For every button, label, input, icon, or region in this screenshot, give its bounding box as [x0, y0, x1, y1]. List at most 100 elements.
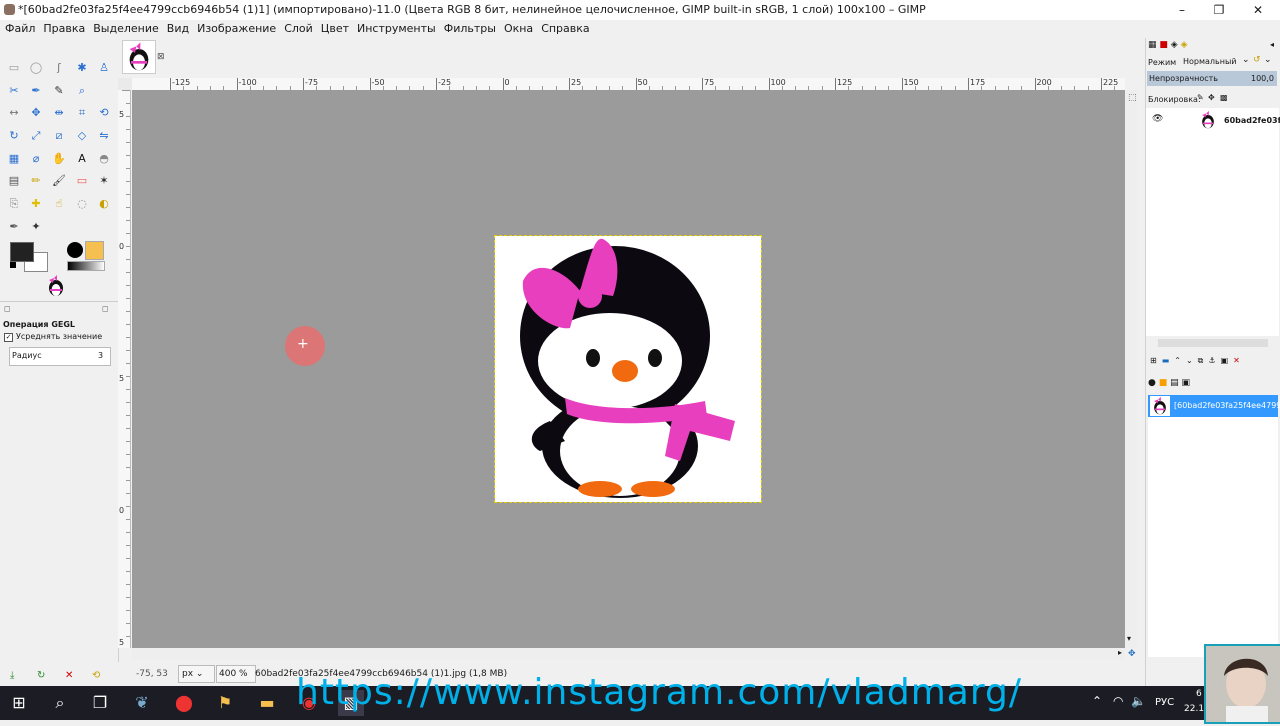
gradient-preview[interactable]: [67, 261, 105, 271]
measure-tool-icon[interactable]: ↔: [6, 105, 22, 121]
tool-options-menu-icon[interactable]: ◻: [4, 304, 11, 313]
brushes-tab-icon[interactable]: ●: [1148, 378, 1156, 388]
ink-tool-icon[interactable]: ✒: [6, 219, 22, 235]
layer-row[interactable]: 👁 60bad2fe03fa: [1146, 108, 1280, 132]
gradients-tab-icon[interactable]: ▤: [1170, 378, 1179, 388]
image-tab[interactable]: [122, 40, 156, 74]
new-group-icon[interactable]: ▬: [1162, 356, 1175, 365]
brush-preview[interactable]: [67, 242, 83, 258]
volume-icon[interactable]: 🔈: [1131, 694, 1146, 708]
perspective-tool-icon[interactable]: ◇: [74, 128, 90, 144]
menu-filters[interactable]: Фильтры: [439, 20, 499, 38]
opacity-slider[interactable]: Непрозрачность 100,0: [1147, 71, 1277, 86]
paintbrush-tool-icon[interactable]: 🖌: [51, 173, 67, 189]
app-tray-icon[interactable]: ⚑: [212, 690, 238, 716]
zoom-fit-icon[interactable]: ⬚: [1128, 93, 1137, 103]
handle-transform-tool-icon[interactable]: ✋: [51, 151, 67, 167]
crop-tool-icon[interactable]: ⌗: [74, 105, 90, 121]
close-button[interactable]: ✕: [1238, 0, 1278, 20]
app-leaf-icon[interactable]: ❦: [129, 690, 155, 716]
mask-layer-icon[interactable]: ▣: [1221, 356, 1234, 365]
images-list-area[interactable]: [1148, 417, 1278, 657]
raise-layer-icon[interactable]: ⌃: [1174, 356, 1186, 365]
smudge-tool-icon[interactable]: ☝: [51, 196, 67, 212]
rect-select-tool-icon[interactable]: ▭: [6, 60, 22, 76]
paths-tool-icon[interactable]: ✒: [28, 83, 44, 99]
record-icon[interactable]: ⬤: [171, 690, 197, 716]
lock-pixels-icon[interactable]: ✎: [1197, 93, 1204, 102]
flip-tool-icon[interactable]: ⇋: [96, 128, 112, 144]
average-checkbox[interactable]: ✓: [4, 333, 13, 342]
windows-start-icon[interactable]: ⊞: [6, 690, 32, 716]
reset-options-icon[interactable]: ⟲: [92, 670, 100, 681]
close-tab-icon[interactable]: ⊠: [157, 52, 165, 62]
clock-date[interactable]: 22.1: [1184, 704, 1204, 714]
wifi-icon[interactable]: ◠: [1113, 694, 1123, 708]
patterns-tab-icon[interactable]: ■: [1159, 378, 1168, 388]
warp-transform-tool-icon[interactable]: ⌀: [28, 151, 44, 167]
mode-composite-icon[interactable]: ⌄: [1264, 55, 1272, 65]
color-picker-tool-icon[interactable]: ✎: [51, 83, 67, 99]
menu-view[interactable]: Вид: [162, 20, 192, 38]
unified-transform-tool-icon[interactable]: ⟲: [96, 105, 112, 121]
horizontal-scrollbar[interactable]: ▸: [132, 648, 1125, 660]
layers-tab-icon[interactable]: ▦: [1148, 40, 1157, 50]
anchor-layer-icon[interactable]: ⚓: [1208, 356, 1220, 365]
foreground-select-tool-icon[interactable]: ♙: [96, 60, 112, 76]
clone-tool-icon[interactable]: ⎘: [6, 196, 22, 212]
image-layer[interactable]: [494, 235, 762, 503]
mode-select[interactable]: Нормальный: [1183, 55, 1243, 68]
dock-menu-icon[interactable]: ◂: [1270, 40, 1274, 49]
rotate-tool-icon[interactable]: ↻: [6, 128, 22, 144]
free-select-tool-icon[interactable]: ʃ: [51, 60, 67, 76]
new-layer-icon[interactable]: ⊞: [1150, 356, 1162, 365]
pencil-tool-icon[interactable]: ✏: [28, 173, 44, 189]
maximize-button[interactable]: ❐: [1199, 0, 1239, 20]
paths-tab-icon[interactable]: ◈: [1171, 40, 1178, 50]
undo-tab-icon[interactable]: ◈: [1181, 40, 1188, 50]
mode-dropdown-chevron-icon[interactable]: ⌄: [1242, 55, 1250, 65]
blur-tool-icon[interactable]: ◌: [74, 196, 90, 212]
restore-options-icon[interactable]: ↻: [37, 670, 45, 681]
search-icon[interactable]: ⌕: [47, 690, 73, 716]
minimize-button[interactable]: –: [1162, 0, 1202, 20]
zoom-tool-icon[interactable]: ⌕: [74, 83, 90, 99]
channels-tab-icon[interactable]: ■: [1159, 40, 1168, 50]
scissors-select-tool-icon[interactable]: ✂: [6, 83, 22, 99]
lower-layer-icon[interactable]: ⌄: [1186, 356, 1198, 365]
menu-colors[interactable]: Цвет: [316, 20, 352, 38]
clock-time[interactable]: 6: [1196, 689, 1202, 699]
tray-chevron-icon[interactable]: ⌃: [1092, 694, 1102, 708]
default-colors-icon[interactable]: [10, 262, 16, 268]
mode-reset-icon[interactable]: ↺: [1253, 55, 1261, 65]
dodge-tool-icon[interactable]: ◐: [96, 196, 112, 212]
scale-tool-icon[interactable]: ⤢: [28, 128, 44, 144]
layers-hscroll[interactable]: [1158, 339, 1268, 347]
unit-select[interactable]: px ⌄: [178, 665, 215, 683]
tool-options-config-icon[interactable]: ◻: [102, 304, 109, 313]
language-indicator[interactable]: РУС: [1155, 697, 1174, 708]
delete-layer-icon[interactable]: ✕: [1233, 356, 1245, 365]
menu-layer[interactable]: Слой: [279, 20, 316, 38]
fuzzy-select-tool-icon[interactable]: ✱: [74, 60, 90, 76]
images-list-row[interactable]: [60bad2fe03fa25f4ee4799ccb: [1148, 395, 1280, 417]
pattern-preview[interactable]: [85, 241, 104, 260]
scroll-down-arrow-icon[interactable]: ▾: [1127, 634, 1131, 643]
move-tool-icon[interactable]: ✥: [28, 105, 44, 121]
ellipse-select-tool-icon[interactable]: ◯: [28, 60, 44, 76]
navigate-icon[interactable]: ✥: [1128, 649, 1136, 659]
menu-edit[interactable]: Правка: [38, 20, 88, 38]
airbrush-tool-icon[interactable]: ✶: [96, 173, 112, 189]
zoom-select[interactable]: 400 %: [216, 665, 256, 683]
text-tool-icon[interactable]: A: [74, 151, 90, 167]
foreground-color-swatch[interactable]: [10, 242, 34, 262]
duplicate-layer-icon[interactable]: ⧉: [1198, 356, 1209, 365]
heal-tool-icon[interactable]: ✚: [28, 196, 44, 212]
bucket-fill-tool-icon[interactable]: ▤: [6, 173, 22, 189]
visibility-eye-icon[interactable]: 👁: [1152, 114, 1163, 124]
cage-transform-tool-icon[interactable]: ▦: [6, 151, 22, 167]
menu-image[interactable]: Изображение: [192, 20, 279, 38]
lock-alpha-icon[interactable]: ▩: [1220, 93, 1228, 102]
scroll-right-arrow-icon[interactable]: ▸: [1118, 648, 1122, 657]
align-tool-icon[interactable]: ⇹: [51, 105, 67, 121]
